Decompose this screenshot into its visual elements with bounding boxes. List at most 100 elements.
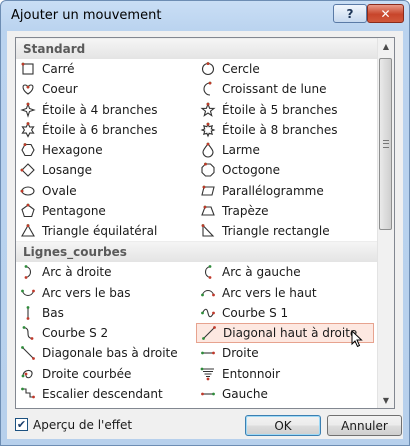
group-items: Carré Cercle Coeur Croissant de lune Étoile … xyxy=(16,59,378,241)
motion-path-list[interactable]: Standard Carré Cercle Coeur Croissant de lun… xyxy=(15,37,395,409)
vertical-scrollbar[interactable]: ▲ ▼ xyxy=(377,38,394,408)
motion-path-label: Arc vers le bas xyxy=(42,285,131,300)
motion-path-item[interactable]: Diagonal haut à droite xyxy=(196,323,374,348)
scrollbar-thumb[interactable] xyxy=(379,58,392,230)
motion-path-item[interactable]: Parallélogramme xyxy=(196,181,378,201)
motion-path-label: Arc à gauche xyxy=(222,265,301,280)
motion-path-label: Ovale xyxy=(42,183,77,198)
motion-path-item[interactable]: Octogone xyxy=(196,160,378,180)
square-path-icon xyxy=(20,61,36,77)
parallelogram-path-icon xyxy=(200,183,216,199)
motion-path-label: Droite xyxy=(222,346,259,361)
equilateral-triangle-path-icon xyxy=(20,223,36,239)
motion-path-label: Escalier descendant xyxy=(42,386,163,401)
motion-path-label: Octogone xyxy=(222,163,281,178)
motion-path-label: Étoile à 4 branches xyxy=(42,102,158,117)
motion-path-item[interactable]: Escalier descendant xyxy=(16,384,196,404)
preview-checkbox[interactable]: ✔ xyxy=(15,418,28,431)
motion-path-item[interactable]: Pentagone xyxy=(16,201,196,221)
motion-path-label: Étoile à 5 branches xyxy=(222,102,338,117)
down-path-icon xyxy=(20,305,36,321)
motion-path-item[interactable]: Croissant de lune xyxy=(196,79,378,99)
motion-path-label: Triangle équilatéral xyxy=(42,224,158,239)
motion-path-item[interactable]: Courbe S 2 xyxy=(16,323,196,343)
motion-path-label: Cercle xyxy=(222,62,260,77)
motion-path-item[interactable]: Triangle rectangle xyxy=(196,221,378,241)
oval-path-icon xyxy=(20,183,36,199)
motion-path-item[interactable]: Triangle équilatéral xyxy=(16,221,196,241)
motion-path-item[interactable]: Hexagone xyxy=(16,140,196,160)
checkmark-icon: ✔ xyxy=(16,418,27,431)
motion-path-label: Entonnoir xyxy=(222,366,281,381)
arc-up-path-icon xyxy=(200,285,216,301)
close-button[interactable]: ✕ xyxy=(367,4,404,23)
crescent-moon-path-icon xyxy=(200,81,216,97)
preview-checkbox-label[interactable]: Aperçu de l'effet xyxy=(33,418,132,432)
motion-path-item[interactable]: Étoile à 6 branches xyxy=(16,120,196,140)
motion-path-label: Diagonal haut à droite xyxy=(223,326,358,341)
motion-path-label: Hexagone xyxy=(42,143,103,158)
group-header: Standard xyxy=(16,38,378,59)
motion-path-label: Étoile à 8 branches xyxy=(222,122,338,137)
help-button[interactable]: ? xyxy=(333,4,367,23)
motion-path-item[interactable]: Entonnoir xyxy=(196,364,378,384)
motion-path-item[interactable]: Losange xyxy=(16,160,196,180)
arc-right-path-icon xyxy=(20,264,36,280)
motion-path-label: Bas xyxy=(42,305,64,320)
diagonal-down-right-path-icon xyxy=(20,345,36,361)
motion-path-item[interactable]: Arc à droite xyxy=(16,262,196,282)
motion-path-item[interactable]: Courbe S 1 xyxy=(196,303,378,323)
scroll-down-arrow-icon[interactable]: ▼ xyxy=(378,392,394,408)
motion-path-label: Étoile à 6 branches xyxy=(42,122,158,137)
circle-path-icon xyxy=(200,61,216,77)
motion-path-item[interactable]: Arc vers le haut xyxy=(196,283,378,303)
motion-path-item[interactable]: Bas xyxy=(16,303,196,323)
star8-path-icon xyxy=(200,122,216,138)
funnel-path-icon xyxy=(200,366,216,382)
motion-path-item[interactable]: Étoile à 5 branches xyxy=(196,100,378,120)
title-bar[interactable]: Ajouter un mouvement ? ✕ xyxy=(1,1,409,31)
trapezoid-path-icon xyxy=(200,203,216,219)
teardrop-path-icon xyxy=(200,142,216,158)
dialog-footer: ✔ Aperçu de l'effet OK Annuler xyxy=(7,409,403,439)
diamond-path-icon xyxy=(20,162,36,178)
arc-left-path-icon xyxy=(200,264,216,280)
motion-path-label: Losange xyxy=(42,163,93,178)
motion-path-item[interactable]: Cercle xyxy=(196,59,378,79)
motion-path-item[interactable]: Ovale xyxy=(16,181,196,201)
cancel-button[interactable]: Annuler xyxy=(327,415,402,436)
octagon-path-icon xyxy=(200,162,216,178)
motion-path-item[interactable]: Étoile à 4 branches xyxy=(16,100,196,120)
motion-path-label: Croissant de lune xyxy=(222,82,327,97)
motion-path-item[interactable]: Trapèze xyxy=(196,201,378,221)
dialog-title: Ajouter un mouvement xyxy=(11,8,162,23)
motion-path-item[interactable]: Étoile à 8 branches xyxy=(196,120,378,140)
pentagon-path-icon xyxy=(20,203,36,219)
heart-path-icon xyxy=(20,81,36,97)
dialog-window: Ajouter un mouvement ? ✕ Standard Carré Ce… xyxy=(0,0,410,446)
star6-path-icon xyxy=(20,121,36,138)
motion-path-list-content: Standard Carré Cercle Coeur Croissant de lun… xyxy=(16,38,378,408)
motion-path-item[interactable]: Gauche xyxy=(196,384,378,404)
motion-path-label: Droite courbée xyxy=(42,366,132,381)
motion-path-item[interactable]: Droite courbée xyxy=(16,364,196,384)
right-path-icon xyxy=(200,345,216,361)
scroll-up-arrow-icon[interactable]: ▲ xyxy=(378,38,394,54)
motion-path-label: Arc vers le haut xyxy=(222,285,317,300)
arc-down-path-icon xyxy=(20,285,36,301)
motion-path-item[interactable]: Larme xyxy=(196,140,378,160)
motion-path-label: Arc à droite xyxy=(42,265,112,280)
motion-path-label: Larme xyxy=(222,143,260,158)
motion-path-label: Trapèze xyxy=(222,203,269,218)
left-path-icon xyxy=(200,386,216,402)
motion-path-label: Diagonale bas à droite xyxy=(42,346,178,361)
motion-path-item[interactable]: Arc à gauche xyxy=(196,262,378,282)
grip-icon xyxy=(383,140,389,148)
motion-path-item[interactable]: Carré xyxy=(16,59,196,79)
motion-path-item[interactable]: Arc vers le bas xyxy=(16,283,196,303)
motion-path-item[interactable]: Diagonale bas à droite xyxy=(16,343,196,363)
motion-path-label: Parallélogramme xyxy=(222,183,324,198)
motion-path-item[interactable]: Coeur xyxy=(16,79,196,99)
motion-path-item[interactable]: Droite xyxy=(196,343,378,363)
ok-button[interactable]: OK xyxy=(245,415,321,436)
